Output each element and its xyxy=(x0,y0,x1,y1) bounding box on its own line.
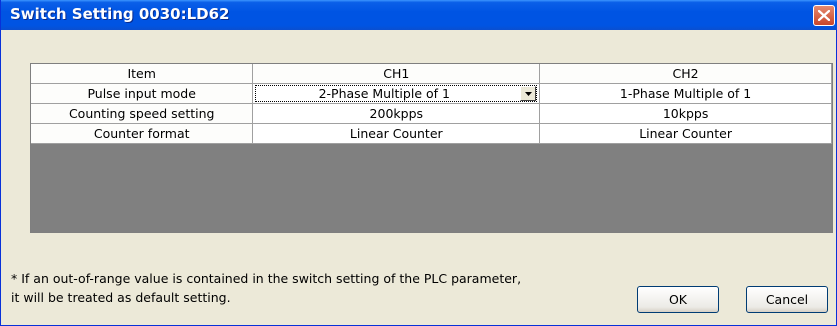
note-line-2: it will be treated as default setting. xyxy=(11,290,231,305)
settings-table: Item CH1 CH2 Pulse input mode 2-Phase Mu… xyxy=(31,64,832,144)
counter-format-ch1-cell[interactable]: Linear Counter xyxy=(252,123,541,144)
close-button[interactable] xyxy=(813,5,835,26)
counting-speed-ch1-cell[interactable]: 200kpps xyxy=(252,103,541,124)
column-header-ch1: CH1 xyxy=(252,64,541,84)
switch-setting-dialog: Switch Setting 0030:LD62 Item CH1 CH2 Pu… xyxy=(0,0,837,326)
pulse-input-mode-ch1-select[interactable]: 2-Phase Multiple of 1 xyxy=(252,83,541,104)
cancel-button[interactable]: Cancel xyxy=(746,286,828,313)
row-label-pulse-input-mode: Pulse input mode xyxy=(31,83,254,104)
table-row: Pulse input mode 2-Phase Multiple of 1 1… xyxy=(31,83,832,104)
table-row: Counting speed setting 200kpps 10kpps xyxy=(31,103,832,124)
pulse-input-mode-ch1-value: 2-Phase Multiple of 1 xyxy=(318,86,450,101)
row-label-counting-speed-setting: Counting speed setting xyxy=(31,103,254,124)
dropdown-button[interactable] xyxy=(520,86,537,101)
chevron-down-icon xyxy=(525,92,533,96)
range-note: * If an out-of-range value is contained … xyxy=(11,269,571,307)
pulse-input-mode-ch2-cell[interactable]: 1-Phase Multiple of 1 xyxy=(539,83,832,104)
window-title: Switch Setting 0030:LD62 xyxy=(10,5,230,23)
counter-format-ch2-cell[interactable]: Linear Counter xyxy=(539,123,832,144)
row-label-counter-format: Counter format xyxy=(31,123,254,144)
column-header-item: Item xyxy=(31,64,254,84)
column-header-ch2: CH2 xyxy=(539,64,832,84)
close-icon xyxy=(818,10,830,21)
note-line-1: * If an out-of-range value is contained … xyxy=(11,271,522,286)
title-bar[interactable]: Switch Setting 0030:LD62 xyxy=(1,0,837,30)
switch-setting-grid: Item CH1 CH2 Pulse input mode 2-Phase Mu… xyxy=(30,63,833,233)
table-header-row: Item CH1 CH2 xyxy=(31,64,832,84)
counting-speed-ch2-cell[interactable]: 10kpps xyxy=(539,103,832,124)
table-row: Counter format Linear Counter Linear Cou… xyxy=(31,123,832,144)
ok-button[interactable]: OK xyxy=(637,286,719,313)
